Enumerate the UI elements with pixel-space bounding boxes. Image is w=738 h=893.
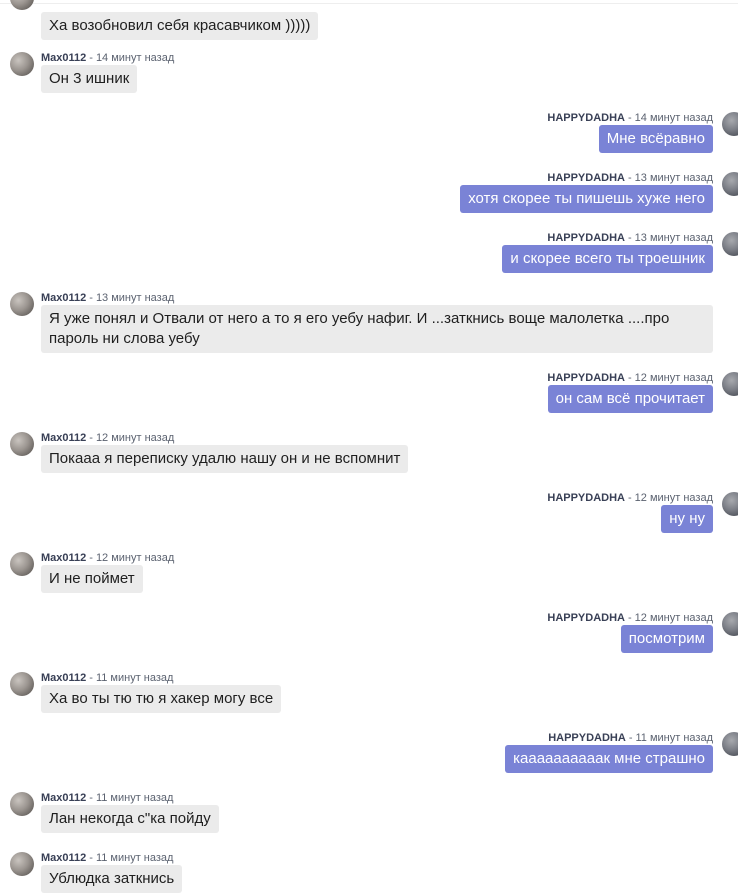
timestamp: 11 минут назад — [635, 732, 714, 744]
message-text: посмотрим — [620, 625, 713, 653]
message-meta: HAPPYDADHA -12 минут назад — [547, 492, 713, 504]
avatar — [722, 492, 738, 516]
message-meta: HAPPYDADHA -14 минут назад — [547, 112, 713, 124]
avatar — [10, 0, 34, 10]
avatar — [722, 112, 738, 136]
username: Max0112 — [41, 552, 87, 564]
username: HAPPYDADHA — [547, 232, 625, 244]
username: HAPPYDADHA — [547, 492, 625, 504]
message-meta: Max0112-11 минут назад — [41, 792, 174, 804]
message-text: Покааа я переписку удалю нашу он и не вс… — [41, 445, 409, 473]
timestamp: 14 минут назад — [634, 112, 713, 124]
message-meta: Max0112-12 минут назад — [41, 432, 175, 444]
username: HAPPYDADHA — [547, 612, 625, 624]
timestamp: 12 минут назад — [634, 612, 713, 624]
timestamp: 13 минут назад — [95, 292, 175, 304]
avatar — [10, 852, 34, 876]
username: HAPPYDADHA — [548, 732, 626, 744]
message-text: Лан некогда с"ка пойду — [41, 805, 219, 833]
message-text: И не поймет — [41, 565, 143, 593]
avatar — [722, 232, 738, 256]
avatar — [10, 792, 34, 816]
top-divider — [0, 3, 738, 4]
avatar — [10, 52, 34, 76]
message-meta: HAPPYDADHA -12 минут назад — [547, 612, 713, 624]
avatar — [10, 672, 34, 696]
message-meta: Max0112-11 минут назад — [41, 672, 174, 684]
username: Max0112 — [41, 432, 87, 444]
timestamp: 12 минут назад — [634, 372, 713, 384]
avatar — [10, 432, 34, 456]
message-meta: Max0112-14 минут назад — [41, 52, 175, 64]
username: Max0112 — [41, 52, 87, 64]
avatar — [722, 612, 738, 636]
message-meta: HAPPYDADHA -13 минут назад — [547, 172, 713, 184]
message-meta: HAPPYDADHA -12 минут назад — [547, 372, 713, 384]
message-text: Ублюдка заткнись — [41, 865, 183, 893]
timestamp: 13 минут назад — [634, 232, 713, 244]
avatar — [722, 732, 738, 756]
timestamp: 11 минут назад — [95, 852, 174, 864]
timestamp: 12 минут назад — [634, 492, 713, 504]
message-meta: Max0112-13 минут назад — [41, 292, 175, 304]
username: Max0112 — [41, 292, 87, 304]
message-text: ну ну — [661, 505, 713, 533]
avatar — [722, 372, 738, 396]
message-meta: Max0112-11 минут назад — [41, 852, 174, 864]
username: Max0112 — [41, 792, 87, 804]
avatar — [10, 552, 34, 576]
timestamp: 12 минут назад — [95, 552, 175, 564]
avatar — [722, 172, 738, 196]
timestamp: 11 минут назад — [95, 672, 174, 684]
timestamp: 11 минут назад — [95, 792, 174, 804]
message-meta: HAPPYDADHA -13 минут назад — [547, 232, 713, 244]
username: Max0112 — [41, 672, 87, 684]
message-text: Мне всёравно — [598, 125, 713, 153]
message-text: и скорее всего ты троешник — [502, 245, 713, 273]
timestamp: 14 минут назад — [95, 52, 175, 64]
message-text: Я уже понял и Отвали от него а то я его … — [41, 305, 713, 353]
username: HAPPYDADHA — [547, 172, 625, 184]
message-meta: HAPPYDADHA -11 минут назад — [548, 732, 714, 744]
avatar — [10, 292, 34, 316]
message-text: Ха во ты тю тю я хакер могу все — [41, 685, 282, 713]
timestamp: 12 минут назад — [95, 432, 175, 444]
message-text: хотя скорее ты пишешь хуже него — [460, 185, 713, 213]
message-text: он сам всё прочитает — [547, 385, 713, 413]
message-text: каааааааааак мне страшно — [505, 745, 713, 773]
username: Max0112 — [41, 852, 87, 864]
message-text: Он 3 ишник — [41, 65, 138, 93]
message-meta: Max0112-12 минут назад — [41, 552, 175, 564]
username: HAPPYDADHA — [547, 112, 625, 124]
username: HAPPYDADHA — [547, 372, 625, 384]
timestamp: 13 минут назад — [634, 172, 713, 184]
message-text: Ха возобновил себя красавчиком ))))) — [41, 12, 319, 40]
